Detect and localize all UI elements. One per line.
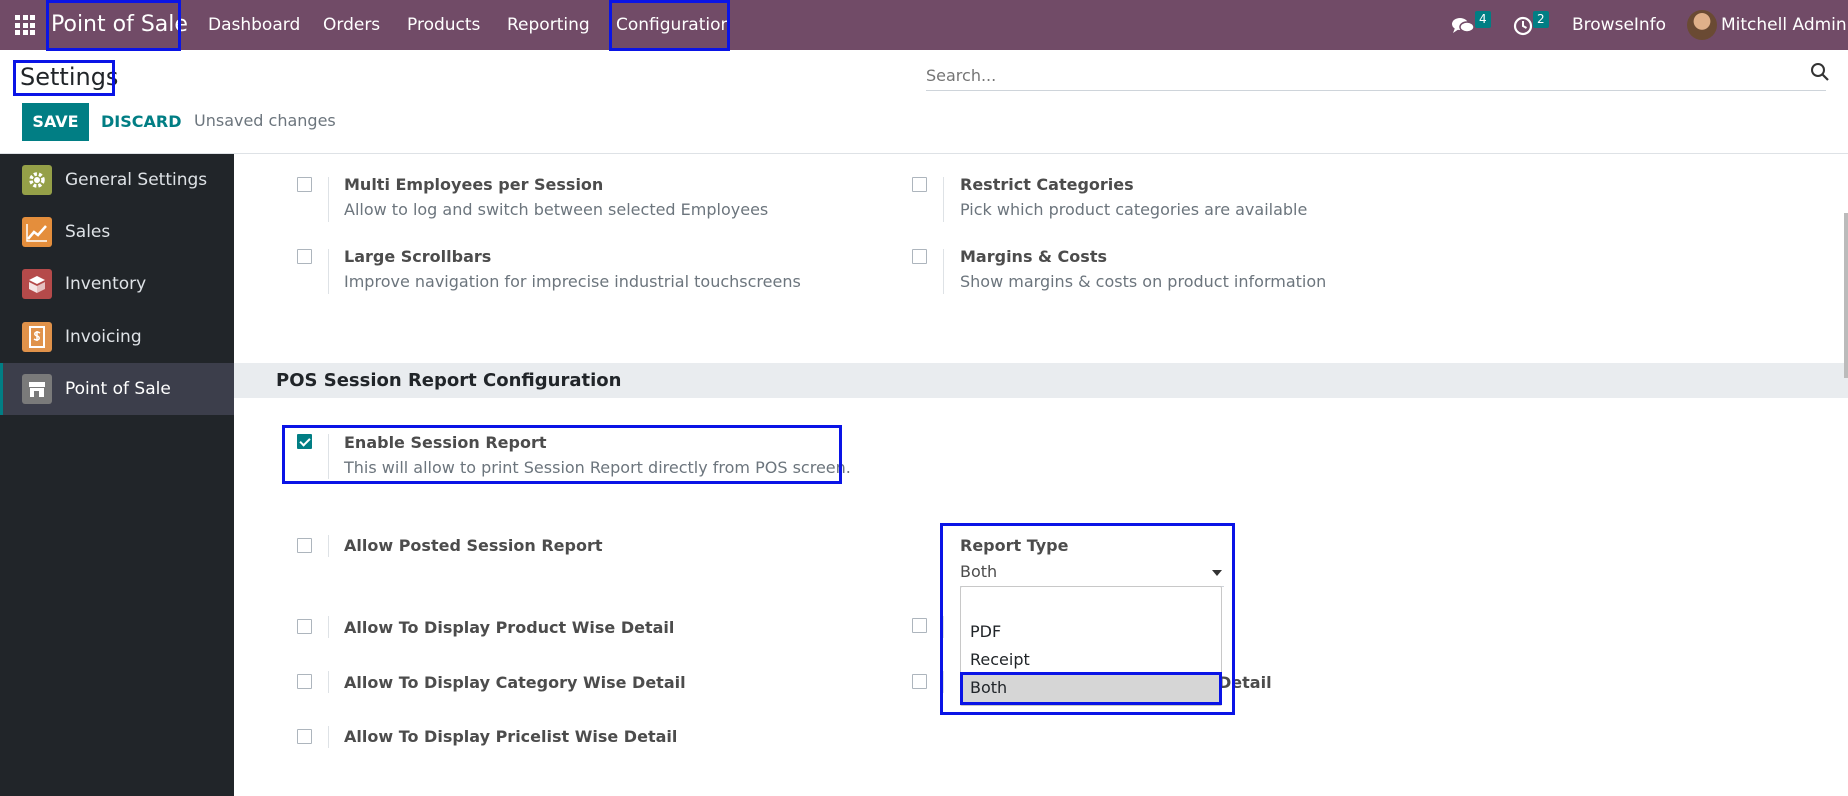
menu-dashboard[interactable]: Dashboard <box>208 0 300 50</box>
menu-configuration[interactable]: Configuration <box>616 0 731 50</box>
inventory-box-icon <box>22 269 52 299</box>
category-wise-detail-checkbox[interactable] <box>297 674 312 689</box>
menu-orders[interactable]: Orders <box>323 0 380 50</box>
enable-session-report-desc: This will allow to print Session Report … <box>344 458 851 477</box>
top-navbar: Point of Sale Dashboard Orders Products … <box>0 0 1848 50</box>
right-option-checkbox-1[interactable] <box>912 618 927 633</box>
large-scrollbars-title: Large Scrollbars <box>344 247 492 266</box>
option-divider <box>943 177 944 222</box>
report-type-value: Both <box>960 562 998 581</box>
chevron-down-icon <box>1212 570 1222 576</box>
report-type-select[interactable]: Both <box>960 561 1224 587</box>
messages-badge: 4 <box>1475 11 1491 28</box>
sidebar-item-sales[interactable]: Sales <box>0 206 234 258</box>
search-input[interactable] <box>926 60 1826 91</box>
right-option-checkbox-2[interactable] <box>912 674 927 689</box>
multi-employees-checkbox[interactable] <box>297 177 312 192</box>
menu-products[interactable]: Products <box>407 0 480 50</box>
content-scrollbar[interactable] <box>1844 213 1848 378</box>
chat-bubbles-icon[interactable] <box>1451 16 1475 36</box>
dropdown-option-both[interactable]: Both <box>970 678 1007 697</box>
activities-badge: 2 <box>1533 11 1549 28</box>
option-divider <box>328 434 329 479</box>
allow-posted-session-report-title: Allow Posted Session Report <box>344 536 603 555</box>
clock-icon[interactable] <box>1513 16 1533 36</box>
unsaved-status: Unsaved changes <box>194 111 336 130</box>
sidebar-item-point-of-sale[interactable]: Point of Sale <box>0 363 234 415</box>
restrict-categories-desc: Pick which product categories are availa… <box>960 200 1308 219</box>
sidebar-item-label: Inventory <box>65 274 147 294</box>
option-divider <box>943 616 944 638</box>
large-scrollbars-desc: Improve navigation for imprecise industr… <box>344 272 801 291</box>
option-divider <box>943 249 944 294</box>
sidebar-item-inventory[interactable]: Inventory <box>0 258 234 310</box>
menu-reporting[interactable]: Reporting <box>507 0 590 50</box>
sidebar-item-label: Point of Sale <box>65 379 171 399</box>
multi-employees-title: Multi Employees per Session <box>344 175 604 194</box>
report-type-label: Report Type <box>960 536 1069 555</box>
product-wise-detail-checkbox[interactable] <box>297 619 312 634</box>
option-divider <box>328 177 329 222</box>
enable-session-report-title: Enable Session Report <box>344 433 547 452</box>
margins-costs-desc: Show margins & costs on product informat… <box>960 272 1327 291</box>
margins-costs-checkbox[interactable] <box>912 249 927 264</box>
sidebar-item-invoicing[interactable]: Invoicing <box>0 311 234 363</box>
gear-icon <box>22 165 52 195</box>
restrict-categories-title: Restrict Categories <box>960 175 1134 194</box>
multi-employees-desc: Allow to log and switch between selected… <box>344 200 769 219</box>
pricelist-wise-detail-title: Allow To Display Pricelist Wise Detail <box>344 727 678 746</box>
sales-chart-icon <box>22 217 52 247</box>
store-icon <box>22 374 52 404</box>
option-divider <box>328 249 329 294</box>
discard-button[interactable]: DISCARD <box>101 103 181 141</box>
option-divider <box>328 726 329 748</box>
dropdown-option-receipt[interactable]: Receipt <box>970 650 1030 669</box>
section-title: POS Session Report Configuration <box>276 370 622 391</box>
enable-session-report-checkbox[interactable] <box>297 434 312 449</box>
company-switcher[interactable]: BrowseInfo <box>1572 0 1666 50</box>
restrict-categories-checkbox[interactable] <box>912 177 927 192</box>
user-avatar[interactable] <box>1687 10 1717 40</box>
save-button[interactable]: SAVE <box>22 103 89 141</box>
option-divider <box>328 535 329 557</box>
control-panel-divider <box>0 153 1848 154</box>
settings-sidebar: General Settings Sales Inventory Invoici… <box>0 154 234 796</box>
margins-costs-title: Margins & Costs <box>960 247 1107 266</box>
search-icon[interactable] <box>1810 62 1830 82</box>
dropdown-option-pdf[interactable]: PDF <box>970 622 1001 641</box>
option-divider <box>943 671 944 693</box>
option-divider <box>328 616 329 638</box>
sidebar-item-label: Sales <box>65 222 111 242</box>
sidebar-item-label: General Settings <box>65 170 208 190</box>
option-divider <box>328 671 329 693</box>
sidebar-item-label: Invoicing <box>65 327 142 347</box>
user-menu[interactable]: Mitchell Admin <box>1721 0 1847 50</box>
large-scrollbars-checkbox[interactable] <box>297 249 312 264</box>
invoice-dollar-icon <box>22 322 52 352</box>
sidebar-item-general-settings[interactable]: General Settings <box>0 154 234 206</box>
app-brand[interactable]: Point of Sale <box>51 0 188 50</box>
category-wise-detail-title: Allow To Display Category Wise Detail <box>344 673 686 692</box>
right-option-title-partial: Detail <box>1218 673 1272 692</box>
apps-menu-icon[interactable] <box>15 15 35 35</box>
product-wise-detail-title: Allow To Display Product Wise Detail <box>344 618 675 637</box>
allow-posted-session-report-checkbox[interactable] <box>297 538 312 553</box>
pricelist-wise-detail-checkbox[interactable] <box>297 729 312 744</box>
page-title: Settings <box>20 63 119 91</box>
